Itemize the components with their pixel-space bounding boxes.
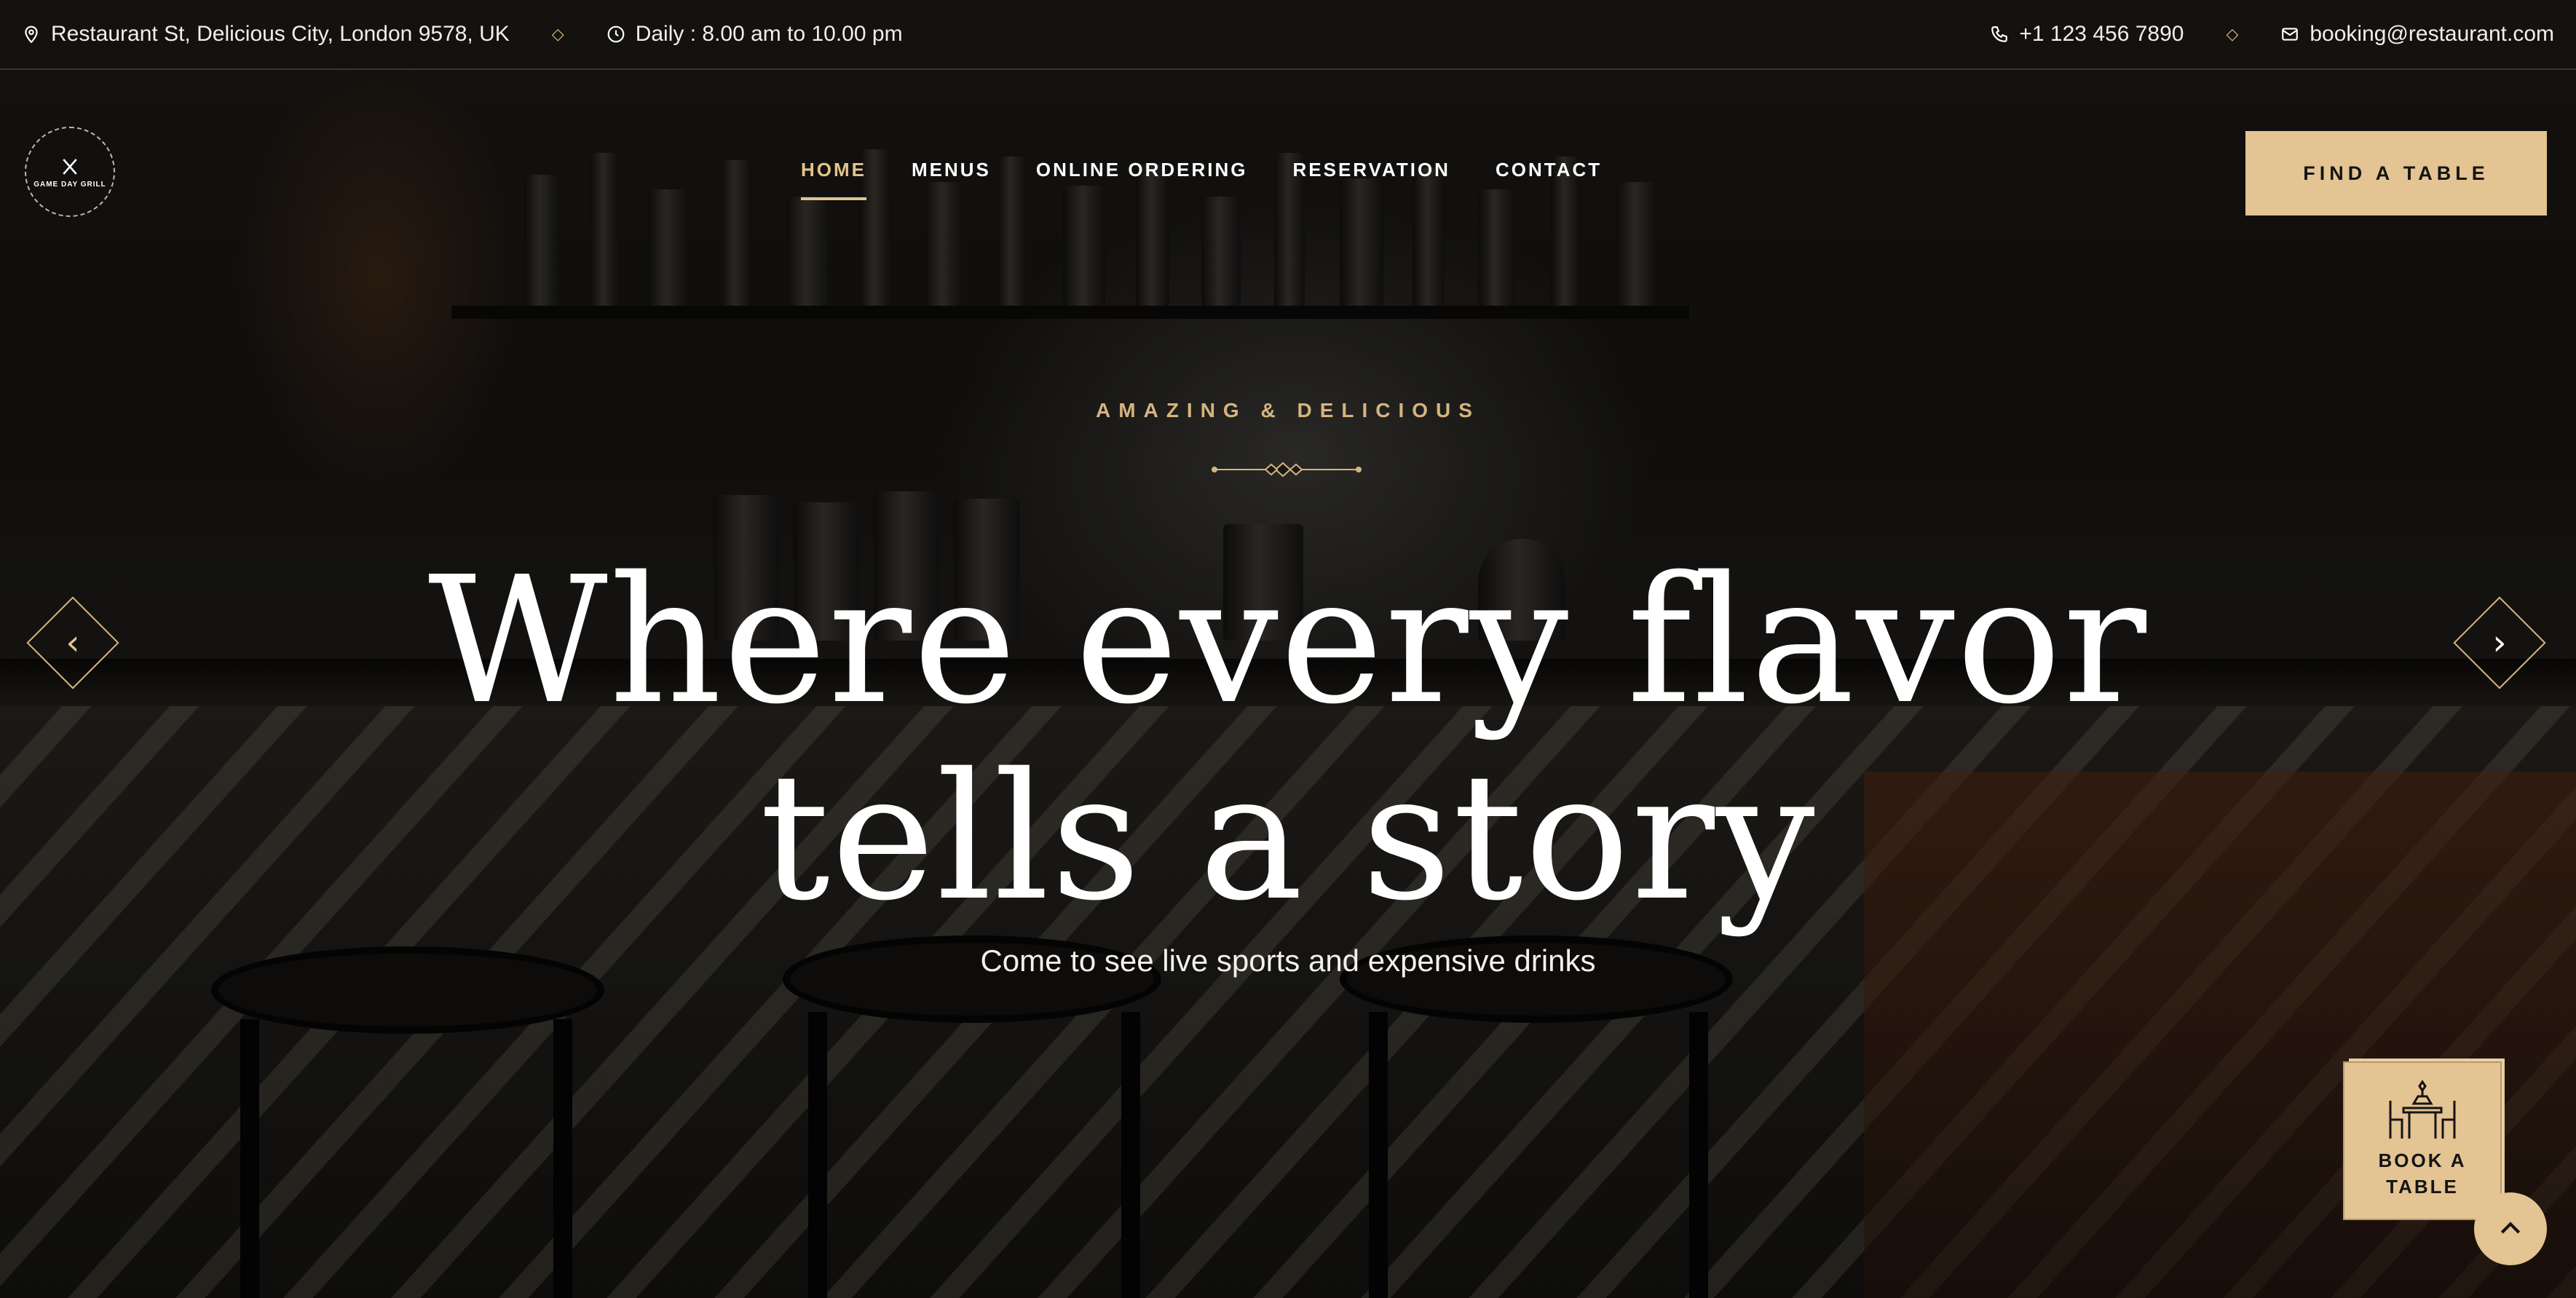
chevron-left-icon: ‹ (66, 622, 80, 663)
clock-icon (607, 25, 625, 43)
email-info[interactable]: booking@restaurant.com (2280, 22, 2554, 47)
topbar-right: +1 123 456 7890 ◇ booking@restaurant.com (1990, 22, 2554, 47)
nav-item-reservation[interactable]: RESERVATION (1292, 159, 1450, 181)
phone-info[interactable]: +1 123 456 7890 (1990, 22, 2184, 47)
email-link[interactable]: booking@restaurant.com (2310, 22, 2554, 47)
map-pin-icon (25, 25, 38, 44)
crossed-utensils-icon (63, 158, 77, 175)
chevron-right-icon: › (2492, 622, 2507, 663)
book-a-table-label-line-1: BOOK A (2378, 1149, 2467, 1171)
arrow-up-icon (2500, 1222, 2521, 1234)
address-info: Restaurant St, Delicious City, London 95… (22, 22, 510, 47)
dining-table-icon (2389, 1080, 2456, 1139)
hero-tagline: AMAZING & DELICIOUS (1096, 399, 1480, 422)
nav-item-menus[interactable]: MENUS (912, 159, 991, 181)
book-a-table-widget[interactable]: BOOK A TABLE (2343, 1061, 2502, 1220)
nav-item-contact[interactable]: CONTACT (1496, 159, 1602, 181)
book-a-table-label-line-2: TABLE (2386, 1176, 2459, 1198)
topbar-left: Restaurant St, Delicious City, London 95… (22, 22, 903, 47)
nav-item-home[interactable]: HOME (801, 159, 866, 200)
hero-subline: Come to see live sports and expensive dr… (980, 943, 1596, 978)
hours-text: Daily : 8.00 am to 10.00 pm (635, 22, 903, 46)
hours-info: Daily : 8.00 am to 10.00 pm (607, 22, 903, 47)
hero-headline-line-2: tells a story (759, 735, 1817, 939)
logo-text: GAME DAY GRILL (33, 180, 106, 189)
hero-headline-line-1: Where every flavor (427, 539, 2149, 743)
mail-icon (2282, 28, 2299, 41)
site-logo[interactable]: GAME DAY GRILL (25, 127, 115, 217)
hero-headline: Where every flavor tells a story (0, 542, 2576, 935)
phone-icon (1991, 26, 2008, 42)
scroll-to-top-button[interactable] (2474, 1192, 2547, 1265)
book-a-table-label: BOOK A TABLE (2360, 1147, 2484, 1200)
diamond-separator-icon: ◇ (2226, 25, 2239, 43)
find-a-table-button[interactable]: FIND A TABLE (2245, 131, 2547, 215)
address-text: Restaurant St, Delicious City, London 95… (51, 22, 510, 46)
diamond-separator-icon: ◇ (551, 25, 564, 43)
phone-link[interactable]: +1 123 456 7890 (2019, 22, 2184, 47)
main-navigation: HOME MENUS ONLINE ORDERING RESERVATION C… (801, 159, 1602, 200)
top-info-bar: Restaurant St, Delicious City, London 95… (0, 0, 2576, 70)
ornament-divider-icon (1212, 462, 1362, 478)
nav-item-online-ordering[interactable]: ONLINE ORDERING (1036, 159, 1248, 181)
